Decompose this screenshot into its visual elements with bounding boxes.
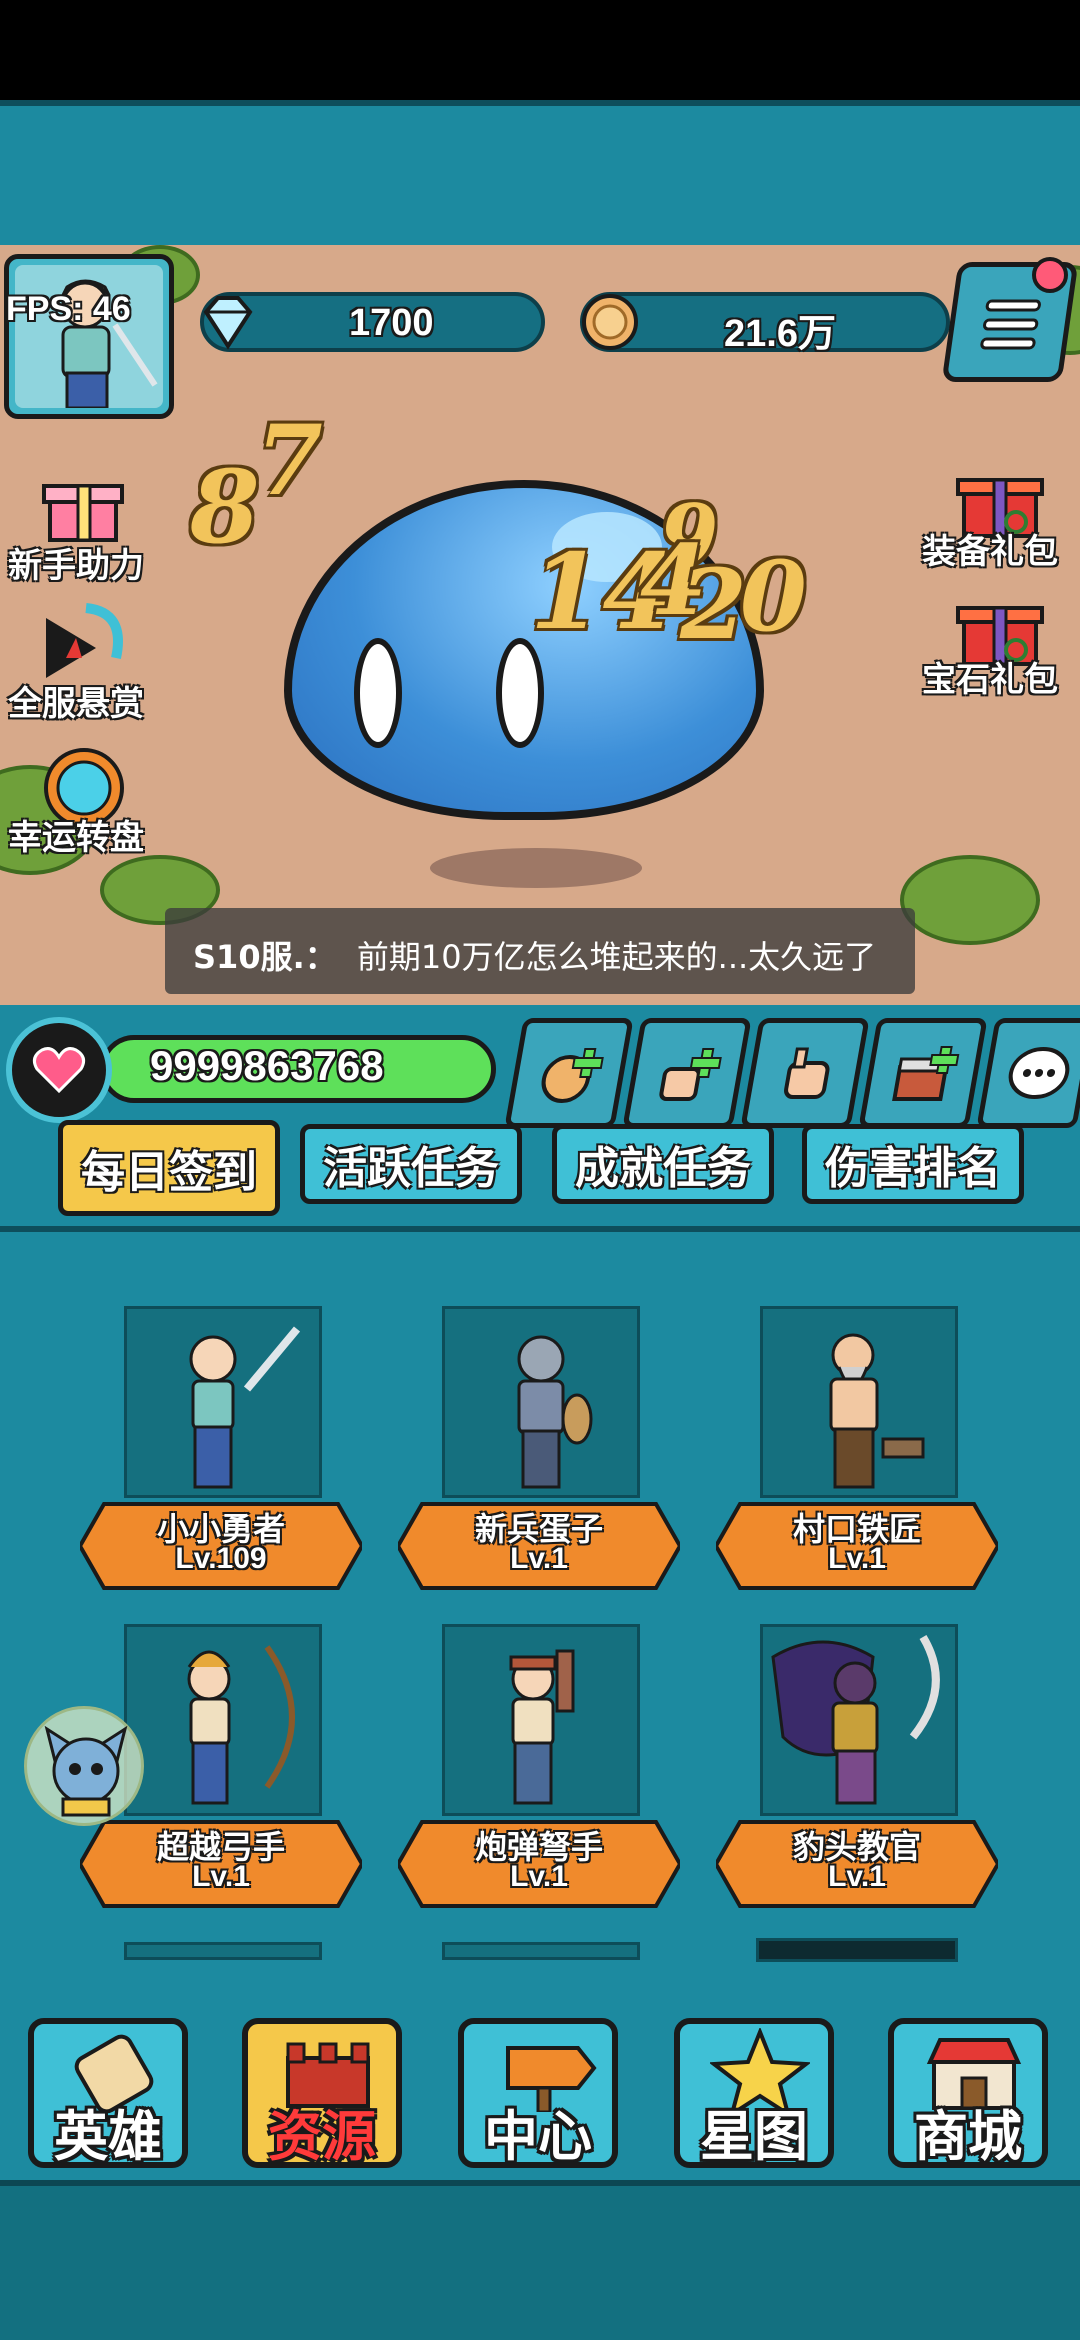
damage-number: 7 xyxy=(256,404,323,517)
nav-label: 星图 xyxy=(700,2105,808,2168)
hero-level: Lv.1 xyxy=(828,1860,886,1893)
side-button-server-bounty[interactable]: 全服悬赏 xyxy=(8,598,160,724)
gem-amount: 1700 xyxy=(349,302,434,344)
gold-counter[interactable]: 21.6万 xyxy=(580,292,950,355)
hero-card[interactable]: 村口铁匠 Lv.1 xyxy=(716,1306,998,1596)
player-avatar[interactable] xyxy=(4,254,174,419)
pet-helper[interactable] xyxy=(24,1706,144,1826)
tab-daily-signin[interactable]: 每日签到 xyxy=(58,1120,280,1216)
status-bar-area xyxy=(0,0,1080,100)
menu-icon xyxy=(976,297,1044,357)
fps-counter: FPS: 46 xyxy=(6,290,131,328)
nav-label: 中心 xyxy=(484,2105,592,2168)
bottom-nav-base xyxy=(0,2180,1080,2340)
hero-level: Lv.1 xyxy=(510,1860,568,1893)
side-button-newbie-help[interactable]: 新手助力 xyxy=(8,462,160,586)
side-button-equipment-pack[interactable]: 装备礼包 xyxy=(920,462,1075,572)
hero-card-partial xyxy=(442,1942,640,1960)
nav-label: 商城 xyxy=(914,2105,1022,2168)
heart-icon xyxy=(32,1045,86,1099)
damage-number: 2 xyxy=(680,548,747,661)
punch-icon xyxy=(766,1041,849,1115)
punch-button[interactable] xyxy=(740,1018,870,1128)
nav-shop[interactable]: 商城 xyxy=(888,2018,1048,2168)
nav-label: 英雄 xyxy=(54,2105,162,2168)
side-button-lucky-wheel[interactable]: 幸运转盘 xyxy=(8,744,160,864)
side-label: 宝石礼包 xyxy=(922,660,1058,700)
notification-dot xyxy=(1032,257,1068,293)
slime-left-eye xyxy=(354,638,402,748)
gem-counter[interactable]: 1700 xyxy=(200,292,545,352)
add-chest-icon xyxy=(884,1041,967,1115)
side-button-gem-pack[interactable]: 宝石礼包 xyxy=(920,590,1075,700)
side-label: 幸运转盘 xyxy=(8,818,144,858)
chat-bubble-icon xyxy=(998,1041,1080,1115)
nav-heroes[interactable]: 英雄 xyxy=(28,2018,188,2168)
gold-amount: 21.6万 xyxy=(724,313,836,355)
hero-portrait-frame xyxy=(124,1306,322,1498)
top-frame xyxy=(0,100,1080,245)
tab-active-tasks[interactable]: 活跃任务 xyxy=(300,1124,522,1204)
hero-portrait-frame xyxy=(760,1306,958,1498)
hero-card-partial xyxy=(756,1938,958,1962)
hero-level: Lv.1 xyxy=(828,1542,886,1575)
hero-card[interactable]: 豹头教官 Lv.1 xyxy=(716,1624,998,1914)
hero-portrait-frame xyxy=(442,1306,640,1498)
damage-number: 8 xyxy=(190,448,260,566)
tab-achievement-tasks[interactable]: 成就任务 xyxy=(552,1124,774,1204)
heart-badge xyxy=(6,1017,112,1123)
cat-icon xyxy=(41,1721,131,1821)
hero-card-partial xyxy=(124,1942,322,1960)
tab-damage-ranking[interactable]: 伤害排名 xyxy=(802,1124,1024,1204)
add-attack-button[interactable] xyxy=(622,1018,752,1128)
damage-number: 0 xyxy=(740,540,807,653)
boss-hp-value: 9999863768 xyxy=(150,1042,384,1089)
hero-level: Lv.1 xyxy=(510,1542,568,1575)
side-label: 新手助力 xyxy=(8,546,144,586)
nav-label: 资源 xyxy=(268,2105,376,2168)
chat-text: 前期10万亿怎么堆起来的...太久远了 xyxy=(356,938,877,976)
hero-level: Lv.109 xyxy=(175,1542,267,1575)
hero-card[interactable]: 炮弹弩手 Lv.1 xyxy=(398,1624,680,1914)
avatar-image xyxy=(15,265,163,410)
hero-level: Lv.1 xyxy=(192,1860,250,1893)
diamond-icon xyxy=(196,290,260,358)
nav-center[interactable]: 中心 xyxy=(458,2018,618,2168)
hero-portrait-frame xyxy=(442,1624,640,1816)
boss-shadow xyxy=(430,848,642,888)
hero-portrait-frame xyxy=(760,1624,958,1816)
hero-portrait-frame xyxy=(124,1624,322,1816)
side-label: 装备礼包 xyxy=(922,532,1058,572)
add-gold-icon xyxy=(530,1041,613,1115)
slime-right-eye xyxy=(496,638,544,748)
add-attack-icon xyxy=(648,1041,731,1115)
chat-button[interactable] xyxy=(976,1018,1080,1128)
add-chest-button[interactable] xyxy=(858,1018,988,1128)
hero-card[interactable]: 新兵蛋子 Lv.1 xyxy=(398,1306,680,1596)
add-gold-button[interactable] xyxy=(504,1018,634,1128)
chat-sender: S10服.： xyxy=(193,938,337,976)
hero-card[interactable]: 小小勇者 Lv.109 xyxy=(80,1306,362,1596)
gold-coin-icon xyxy=(578,290,642,358)
side-label: 全服悬赏 xyxy=(8,684,144,724)
nav-star-map[interactable]: 星图 xyxy=(674,2018,834,2168)
nav-resources[interactable]: 资源 xyxy=(242,2018,402,2168)
bounty-icon xyxy=(36,598,132,684)
world-chat-message[interactable]: S10服.： 前期10万亿怎么堆起来的...太久远了 xyxy=(165,908,915,994)
gift-icon xyxy=(36,462,132,548)
